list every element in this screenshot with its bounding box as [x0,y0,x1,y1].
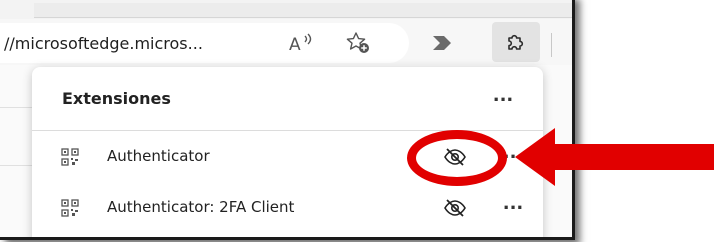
extension-more-button[interactable]: ... [498,192,528,220]
extensions-button[interactable] [492,22,540,62]
eye-slash-icon[interactable] [442,195,468,221]
toolbar-separator [551,33,552,57]
puzzle-extensions-icon [508,34,524,50]
pointer-arrow-icon [515,128,714,186]
browser-window: //microsoftedge.micros... A Extensiones … [0,0,575,240]
svg-text:A: A [289,35,301,54]
qr-extension-icon [61,199,79,217]
highlight-ellipse [407,130,507,186]
extension-row[interactable]: Authenticator: 2FA Client ... [32,183,543,233]
extension-name: Authenticator [107,147,210,165]
more-options-button[interactable]: ... [487,84,519,112]
browser-toolbar: //microsoftedge.micros... A [0,19,572,65]
address-url[interactable]: //microsoftedge.micros... [4,34,203,53]
qr-extension-icon [61,148,79,166]
extension-arrow-icon[interactable] [428,25,458,61]
tab-strip [34,3,572,18]
add-favorite-icon[interactable] [344,25,374,61]
page-divider [0,107,32,108]
read-aloud-icon[interactable]: A [286,25,316,61]
page-divider [0,165,32,166]
flyout-title: Extensiones [62,89,171,108]
extension-name: Authenticator: 2FA Client [107,198,295,216]
